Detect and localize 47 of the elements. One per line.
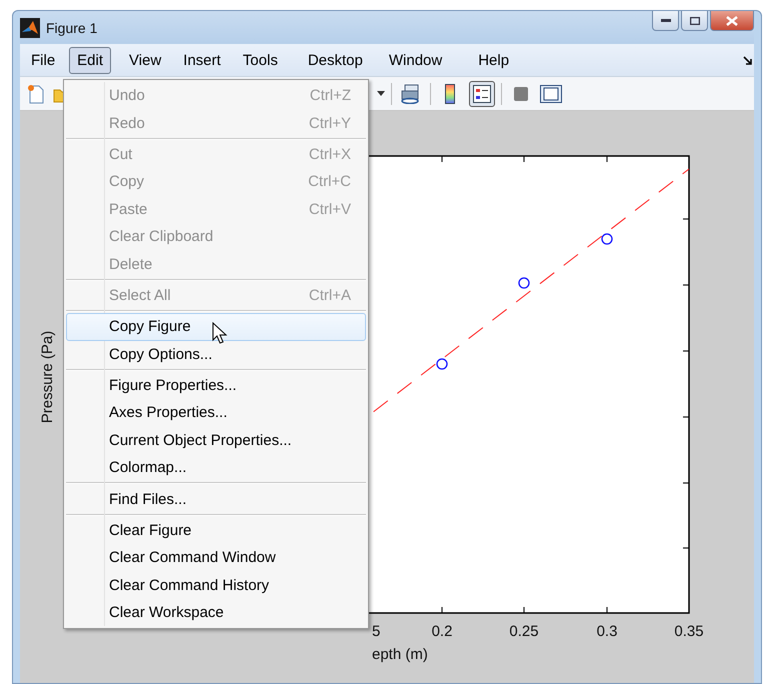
menu-entry[interactable]: Clear Command History — [66, 572, 366, 600]
menu-item[interactable]: Insert — [175, 46, 229, 74]
menu-entry[interactable]: Colormap... — [66, 454, 366, 482]
close-icon — [726, 16, 738, 26]
tick-label: 0.2 — [432, 623, 452, 640]
menu-item[interactable]: Tools — [234, 46, 286, 74]
cursor-icon — [212, 322, 228, 346]
menu-entry[interactable]: Current Object Properties... — [66, 426, 366, 454]
menu-entry[interactable]: Clear Workspace — [66, 599, 366, 626]
maximize-icon — [690, 16, 700, 24]
menu-entry[interactable]: Find Files... — [66, 485, 366, 513]
y-axis-label: Pressure (Pa) — [39, 330, 56, 424]
tick-label: 0.3 — [596, 623, 618, 640]
maximize-button[interactable] — [681, 11, 708, 31]
tick-label: 5 — [372, 623, 380, 640]
close-button[interactable] — [710, 11, 754, 31]
menu-entry[interactable]: Clear Command Window — [66, 544, 366, 572]
menu-item[interactable]: Help — [470, 46, 518, 74]
menu-entry[interactable]: Copy Options... — [66, 340, 366, 368]
menu-item[interactable]: Desktop — [300, 46, 371, 74]
legend-icon[interactable] — [469, 80, 495, 106]
tick-label: 0.25 — [509, 623, 539, 640]
menu-item[interactable]: Window — [380, 46, 450, 74]
dropdown-caret-icon[interactable] — [377, 91, 385, 96]
app-logo-icon — [20, 18, 40, 38]
minimize-button[interactable] — [652, 11, 679, 31]
shortcut-label: Ctrl+Y — [308, 114, 351, 132]
menu-item[interactable]: File — [23, 46, 64, 74]
shortcut-label: Ctrl+X — [308, 146, 351, 163]
menu-entry[interactable]: Axes Properties... — [66, 399, 366, 427]
minimize-icon — [660, 18, 670, 22]
data-point — [436, 358, 448, 370]
x-axis-label: epth (m) — [372, 646, 428, 663]
menu-entry[interactable]: Figure Properties... — [66, 372, 366, 400]
data-point — [518, 277, 530, 289]
menu-item[interactable]: Edit — [69, 46, 112, 74]
menu-item[interactable]: View — [121, 46, 170, 74]
menu-entry[interactable]: Copy Figure — [66, 313, 366, 341]
shortcut-label: Ctrl+Z — [310, 87, 351, 104]
tick-label: 0.35 — [674, 623, 704, 640]
window-title: Figure 1 — [46, 20, 98, 36]
shortcut-label: Ctrl+V — [308, 200, 351, 218]
shortcut-label: Ctrl+C — [308, 173, 351, 190]
shortcut-label: Ctrl+A — [308, 286, 351, 304]
data-point — [601, 233, 613, 245]
menu-entry[interactable]: Clear Figure — [66, 516, 366, 544]
dock-arrow-icon[interactable] — [743, 56, 752, 64]
